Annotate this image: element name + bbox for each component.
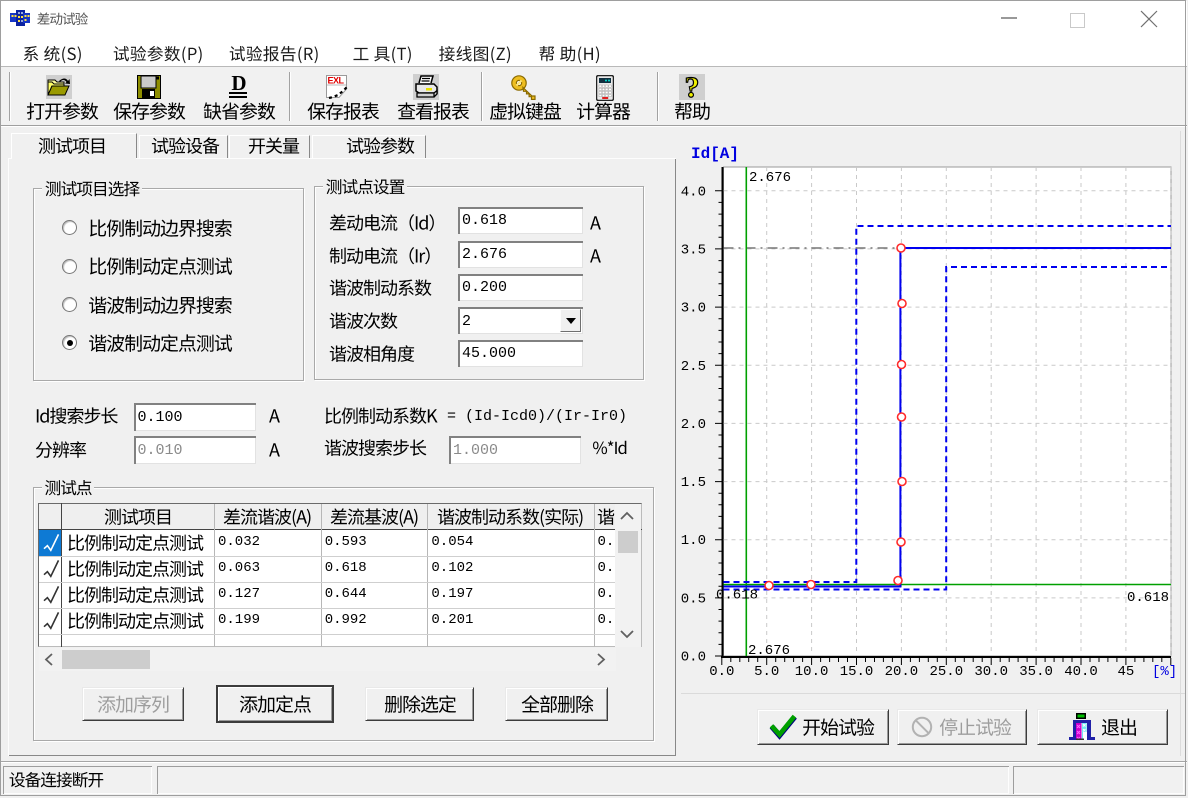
svg-text:25.0: 25.0: [929, 664, 963, 680]
svg-text:4.0: 4.0: [681, 184, 706, 200]
svg-text:2.0: 2.0: [681, 417, 706, 433]
svg-text:2.676: 2.676: [749, 170, 791, 186]
svg-text:30.0: 30.0: [974, 664, 1008, 680]
svg-text:0.0: 0.0: [681, 650, 706, 666]
svg-text:0.618: 0.618: [1127, 590, 1169, 606]
svg-text:5.0: 5.0: [754, 664, 779, 680]
svg-text:0.618: 0.618: [716, 588, 758, 604]
svg-text:3.5: 3.5: [681, 242, 706, 258]
svg-text:0.5: 0.5: [681, 591, 706, 607]
svg-text:35.0: 35.0: [1019, 664, 1053, 680]
svg-text:[%]: [%]: [1152, 664, 1177, 680]
svg-text:1.0: 1.0: [681, 533, 706, 549]
svg-text:20.0: 20.0: [885, 664, 919, 680]
svg-text:0.0: 0.0: [709, 664, 734, 680]
svg-text:Id[A]: Id[A]: [691, 145, 739, 163]
svg-text:2.676: 2.676: [748, 643, 790, 659]
svg-text:40.0: 40.0: [1064, 664, 1098, 680]
svg-text:45: 45: [1117, 664, 1134, 680]
svg-text:1.5: 1.5: [681, 475, 706, 491]
svg-text:3.0: 3.0: [681, 301, 706, 317]
svg-text:2.5: 2.5: [681, 359, 706, 375]
svg-text:10.0: 10.0: [795, 664, 829, 680]
svg-text:15.0: 15.0: [840, 664, 874, 680]
